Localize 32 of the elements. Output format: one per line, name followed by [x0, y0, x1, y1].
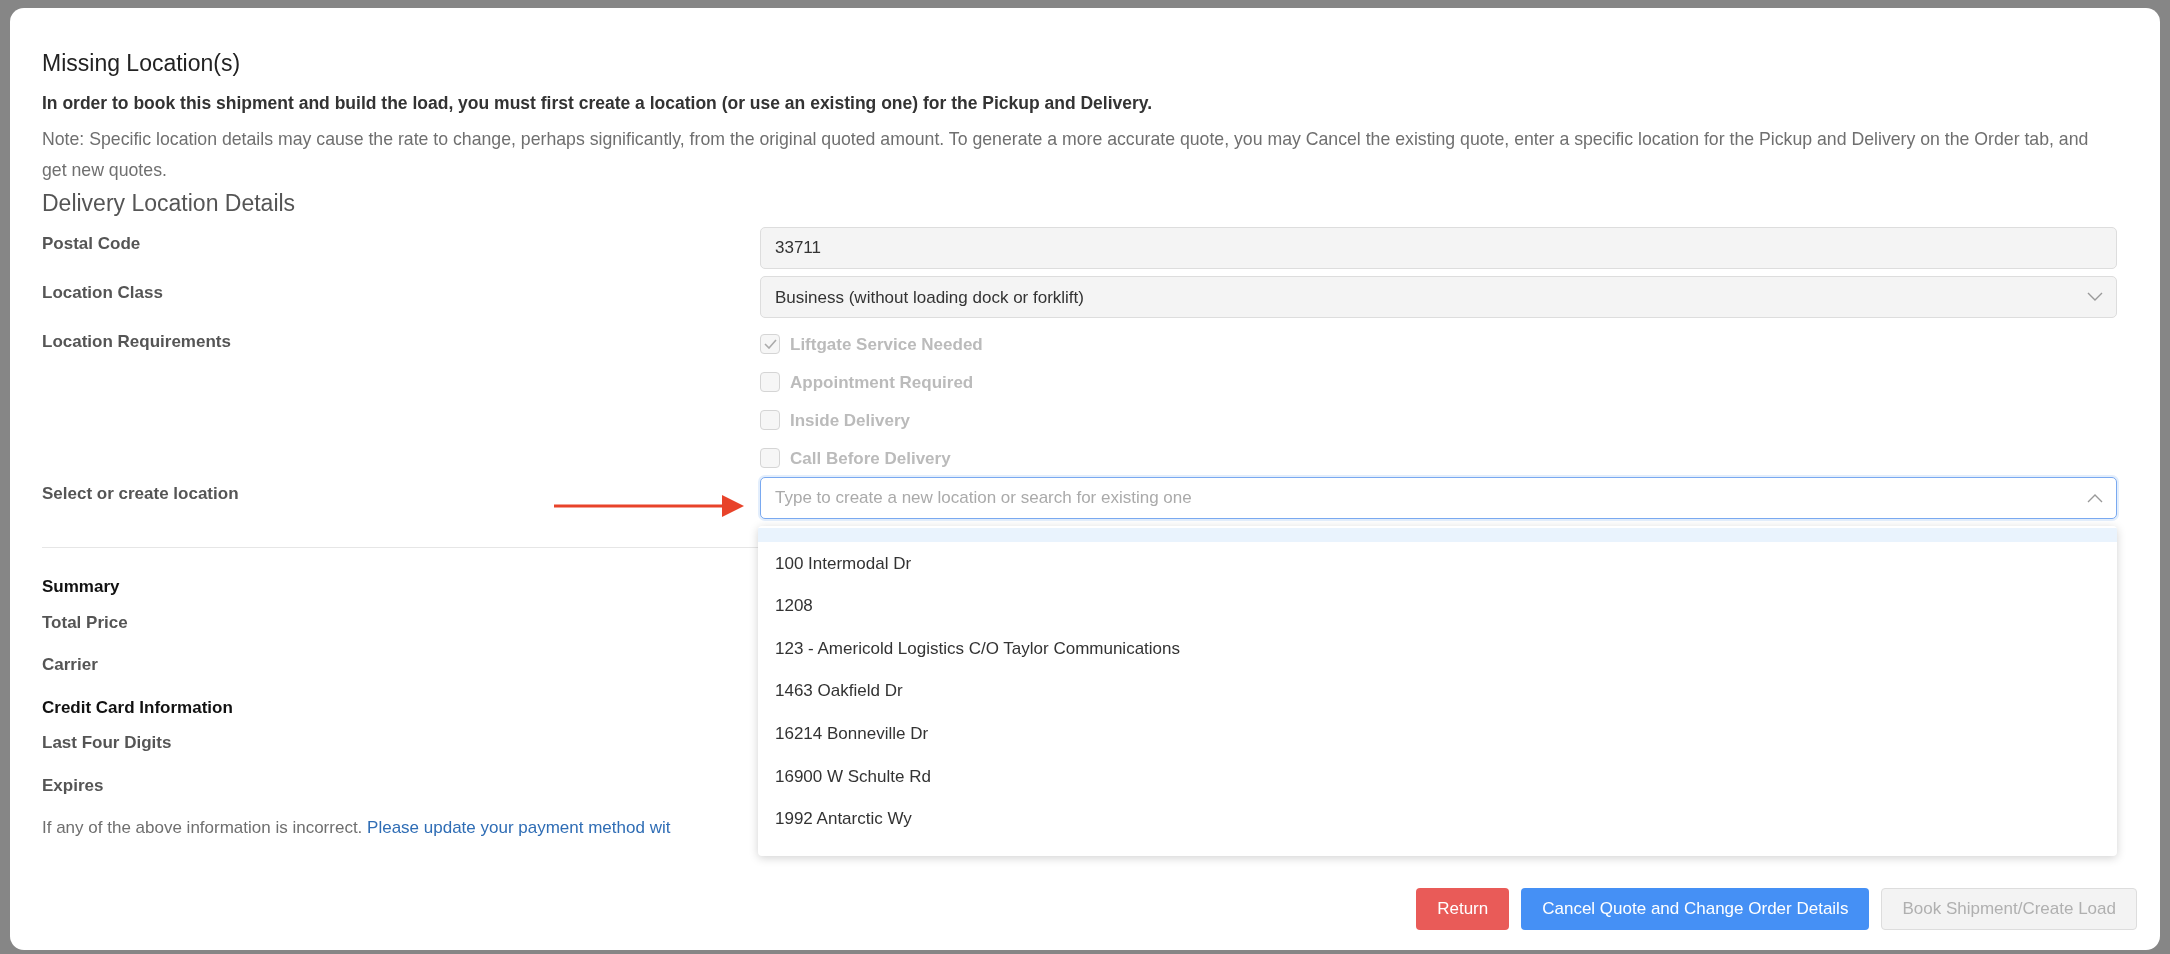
dropdown-option[interactable]: 1208	[758, 584, 2117, 628]
field-label: Select or create location	[42, 483, 239, 506]
note-text: Note: Specific location details may cause the rate to change, perhaps significantly, from the original quoted amount. To generate a more accurate quote, you may Cancel the existing quote, enter a specific location for the Pickup and Delivery on the Order tab, and get new quotes.	[42, 127, 2090, 182]
dropdown-option[interactable]: 1463 Oakfield Dr	[758, 669, 2117, 713]
section-heading: Credit Card Information	[42, 696, 233, 719]
intro-text: In order to book this shipment and build the load, you must first create a location (or use an existing one) for the Pickup and Delivery.	[42, 91, 1154, 115]
checkbox-label: Call Before Delivery	[790, 447, 951, 470]
dropdown-option[interactable]: 123 - Americold Logistics C/O Taylor Communications	[758, 627, 2117, 670]
chevron-down-icon	[2087, 292, 2103, 303]
field-label: Postal Code	[42, 233, 141, 256]
dropdown-option[interactable]: 100 Intermodal Dr	[758, 542, 2117, 585]
checkbox-label: Liftgate Service Needed	[790, 333, 983, 356]
checkmark-icon	[763, 339, 777, 350]
dropdown-option[interactable]: 16900 W Schulte Rd	[758, 754, 2117, 798]
summary-label: Expires	[42, 774, 104, 797]
dropdown-option[interactable]: 16214 Bonneville Dr	[758, 712, 2117, 755]
field-label: Location Class	[42, 282, 163, 305]
dropdown-option[interactable]: 1992 Antarctic Wy	[758, 797, 2117, 841]
checkbox-label: Inside Delivery	[790, 409, 910, 432]
location-search-field[interactable]: Type to create a new location or search for existing one	[760, 477, 2117, 520]
checkbox-label: Appointment Required	[790, 371, 974, 394]
summary-label: Carrier	[42, 654, 98, 677]
summary-label: Last Four Digits	[42, 732, 172, 755]
location-class-select[interactable]: Business (without loading dock or forklift)	[760, 276, 2117, 319]
summary-label: Total Price	[42, 611, 128, 634]
section-title: Delivery Location Details	[42, 189, 297, 218]
postal-code-field[interactable]: 33711	[760, 227, 2117, 270]
field-label: Location Requirements	[42, 331, 231, 354]
chevron-up-icon	[2087, 493, 2103, 504]
section-heading: Summary	[42, 576, 120, 599]
dialog-title: Missing Location(s)	[42, 50, 242, 78]
payment-method-link[interactable]: Please update your payment method wit	[367, 818, 671, 838]
